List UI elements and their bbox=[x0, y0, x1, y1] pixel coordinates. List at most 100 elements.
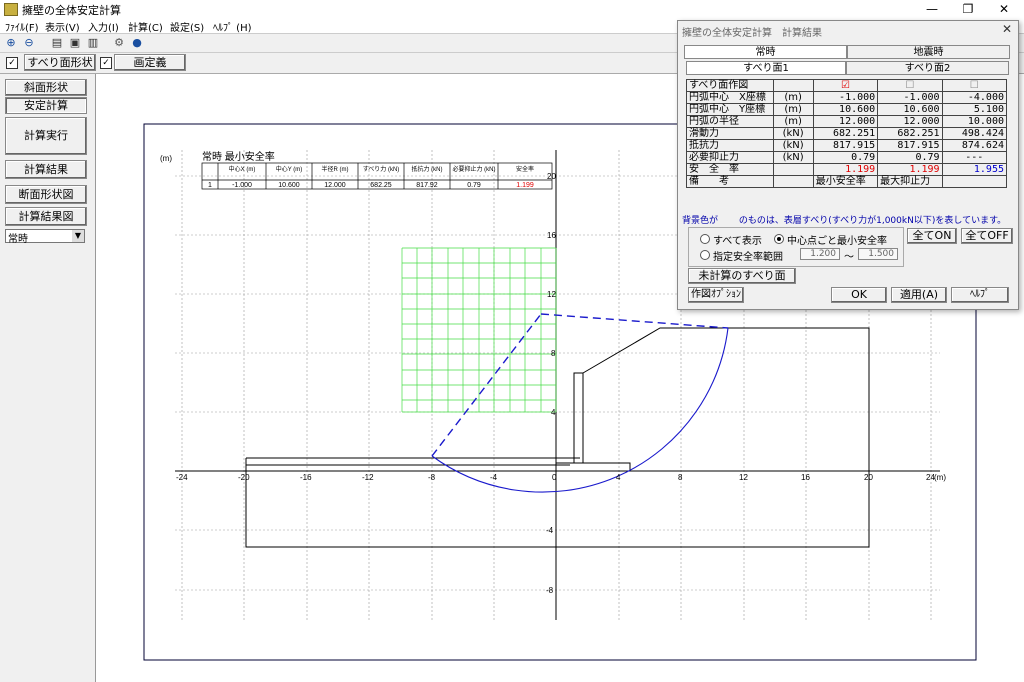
dialog-title: 擁壁の全体安定計算 計算結果 bbox=[682, 28, 822, 39]
summary-header: 安全率 bbox=[516, 165, 534, 173]
radio-min-per-center-label: 中心点ごと最小安全率 bbox=[787, 236, 887, 247]
x-tick: -12 bbox=[362, 473, 374, 482]
table-row: 必要抑止力 (kN) 0.79 0.79 --- bbox=[686, 151, 1008, 164]
slip-surface-checkbox[interactable]: ✓ bbox=[6, 57, 18, 69]
maximize-button[interactable]: ❐ bbox=[950, 0, 986, 18]
menu-help[interactable]: ﾍﾙﾌﾟ (H) bbox=[213, 19, 252, 34]
tab-slip-1[interactable]: すべり面1 bbox=[686, 61, 846, 75]
summary-cell: 0.79 bbox=[467, 182, 481, 189]
calc-result-button[interactable]: 計算結果 bbox=[5, 160, 87, 179]
slope-shape-button[interactable]: 斜面形状 bbox=[5, 79, 87, 96]
range-to-input[interactable]: 1.500 bbox=[858, 248, 898, 260]
table-row: 円弧中心 X座標 (m) -1.000 -1.000 -4.000 bbox=[686, 91, 1008, 104]
tab-slip-2[interactable]: すべり面2 bbox=[846, 61, 1009, 75]
radio-show-all[interactable] bbox=[700, 234, 710, 244]
table-row: 抵抗力 (kN) 817.915 817.915 874.624 bbox=[686, 139, 1008, 152]
slip-surface-button[interactable]: すべり面形状 bbox=[24, 54, 96, 71]
x-unit: (m) bbox=[934, 473, 946, 482]
summary-header: すべり力 (kN) bbox=[363, 165, 400, 173]
app-icon bbox=[4, 3, 18, 16]
y-tick: 16 bbox=[547, 231, 556, 240]
menu-calc[interactable]: 計算(C) bbox=[128, 19, 163, 34]
range-from-input[interactable]: 1.200 bbox=[800, 248, 840, 260]
menu-file[interactable]: ﾌｧｲﾙ(F) bbox=[5, 19, 39, 34]
table-row: 円弧の半径 (m) 12.000 12.000 10.000 bbox=[686, 115, 1008, 128]
printer-setup-icon[interactable]: ▥ bbox=[86, 36, 100, 50]
menu-view[interactable]: 表示(V) bbox=[45, 19, 80, 34]
draw-checkbox[interactable]: ☐ bbox=[941, 79, 1008, 92]
y-tick: -4 bbox=[546, 526, 554, 535]
condition-select-value: 常時 bbox=[8, 234, 28, 245]
row-label: すべり面作図 bbox=[686, 79, 774, 92]
draw-checkbox[interactable]: ☐ bbox=[877, 79, 943, 92]
summary-header: 抵抗力 (kN) bbox=[412, 165, 443, 173]
run-calc-button[interactable]: 計算実行 bbox=[5, 117, 87, 155]
section-figure-button[interactable]: 断面形状図 bbox=[5, 185, 87, 204]
table-row: 安 全 率 1.199 1.199 1.955 bbox=[686, 163, 1008, 176]
summary-header: 中心X (m) bbox=[229, 165, 256, 173]
help-button[interactable]: ﾍﾙﾌﾟ bbox=[951, 287, 1009, 303]
x-tick: -8 bbox=[428, 473, 436, 482]
x-tick: -4 bbox=[490, 473, 498, 482]
result-table: すべり面作図 ☑ ☐ ☐ 円弧中心 X座標 (m) -1.000 -1.000 -4.000 … bbox=[686, 79, 1008, 188]
x-tick: -16 bbox=[300, 473, 312, 482]
summary-cell: -1.000 bbox=[232, 182, 252, 189]
x-tick: -20 bbox=[238, 473, 250, 482]
summary-cell: 10.600 bbox=[278, 182, 300, 189]
zoom-out-icon[interactable]: ⊖ bbox=[22, 36, 36, 50]
close-icon[interactable]: ✕ bbox=[1002, 22, 1012, 36]
gear-icon[interactable]: ⚙ bbox=[112, 36, 126, 50]
title-bar: 擁壁の全体安定計算 — ❐ ✕ bbox=[0, 0, 1024, 18]
table-row: 滑動力 (kN) 682.251 682.251 498.424 bbox=[686, 127, 1008, 140]
range-tilde: ～ bbox=[844, 252, 854, 263]
x-tick: 12 bbox=[739, 473, 748, 482]
radio-range-label: 指定安全率範囲 bbox=[713, 252, 783, 263]
all-off-button[interactable]: 全てOFF bbox=[961, 228, 1013, 244]
drawing-checkbox[interactable]: ✓ bbox=[100, 57, 112, 69]
menu-input[interactable]: 入力(I) bbox=[88, 19, 119, 34]
result-figure-button[interactable]: 計算結果図 bbox=[5, 207, 87, 226]
summary-cell: 1 bbox=[208, 182, 212, 189]
x-tick: 20 bbox=[864, 473, 873, 482]
legend-note: 背景色が のものは、表層すべり(すべり力が1,000kN以下)を表しています。 bbox=[682, 216, 1007, 226]
stability-calc-button[interactable]: 安定計算 bbox=[5, 97, 87, 114]
tab-normal[interactable]: 常時 bbox=[684, 45, 847, 59]
minimize-button[interactable]: — bbox=[914, 0, 950, 18]
summary-title: 常時 最小安全率 bbox=[202, 150, 275, 163]
summary-header: 必要抑止力 (kN) bbox=[453, 165, 496, 173]
y-tick: 4 bbox=[551, 408, 556, 417]
draw-checkbox[interactable]: ☑ bbox=[812, 79, 879, 92]
y-tick: -8 bbox=[546, 586, 554, 595]
ok-button[interactable]: OK bbox=[831, 287, 887, 303]
y-tick: 12 bbox=[547, 290, 556, 299]
print-preview-icon[interactable]: ▣ bbox=[68, 36, 82, 50]
all-on-button[interactable]: 全てON bbox=[907, 228, 957, 244]
summary-header: 半径R (m) bbox=[322, 165, 349, 173]
drawing-option-button[interactable]: 作図ｵﾌﾟｼｮﾝ bbox=[688, 287, 744, 303]
summary-headers: 中心X (m) 中心Y (m) 半径R (m) すべり力 (kN) 抵抗力 (k… bbox=[229, 165, 534, 173]
condition-select[interactable]: 常時 ▼ bbox=[5, 229, 85, 245]
radio-show-all-label: すべて表示 bbox=[713, 236, 762, 247]
summary-cell: 682.25 bbox=[370, 182, 392, 189]
safety-factor-min: 1.199 bbox=[812, 163, 879, 176]
zoom-in-icon[interactable]: ⊕ bbox=[4, 36, 18, 50]
help-icon[interactable]: ● bbox=[130, 36, 144, 50]
center-search-grid bbox=[401, 247, 557, 413]
radio-range[interactable] bbox=[700, 250, 710, 260]
tab-earthquake[interactable]: 地震時 bbox=[847, 45, 1010, 59]
print-icon[interactable]: ▤ bbox=[50, 36, 64, 50]
close-button[interactable]: ✕ bbox=[986, 0, 1022, 18]
drawing-definition-button[interactable]: 画定義 bbox=[114, 54, 186, 71]
slip-circle-arc bbox=[431, 327, 729, 493]
menu-settings[interactable]: 設定(S) bbox=[170, 19, 204, 34]
radio-min-per-center[interactable] bbox=[774, 234, 784, 244]
table-row: すべり面作図 ☑ ☐ ☐ bbox=[686, 79, 1008, 92]
result-dialog: 擁壁の全体安定計算 計算結果 ✕ 常時 地震時 すべり面1 すべり面2 すべり面… bbox=[677, 20, 1019, 310]
summary-cell: 817.92 bbox=[416, 182, 438, 189]
chevron-down-icon[interactable]: ▼ bbox=[72, 230, 84, 242]
apply-button[interactable]: 適用(A) bbox=[891, 287, 947, 303]
y-tick: 8 bbox=[551, 349, 556, 358]
slip-radius-line-2 bbox=[540, 313, 729, 329]
summary-cell: 12.000 bbox=[324, 182, 346, 189]
uncalculated-slip-button[interactable]: 未計算のすべり面 bbox=[688, 268, 796, 284]
